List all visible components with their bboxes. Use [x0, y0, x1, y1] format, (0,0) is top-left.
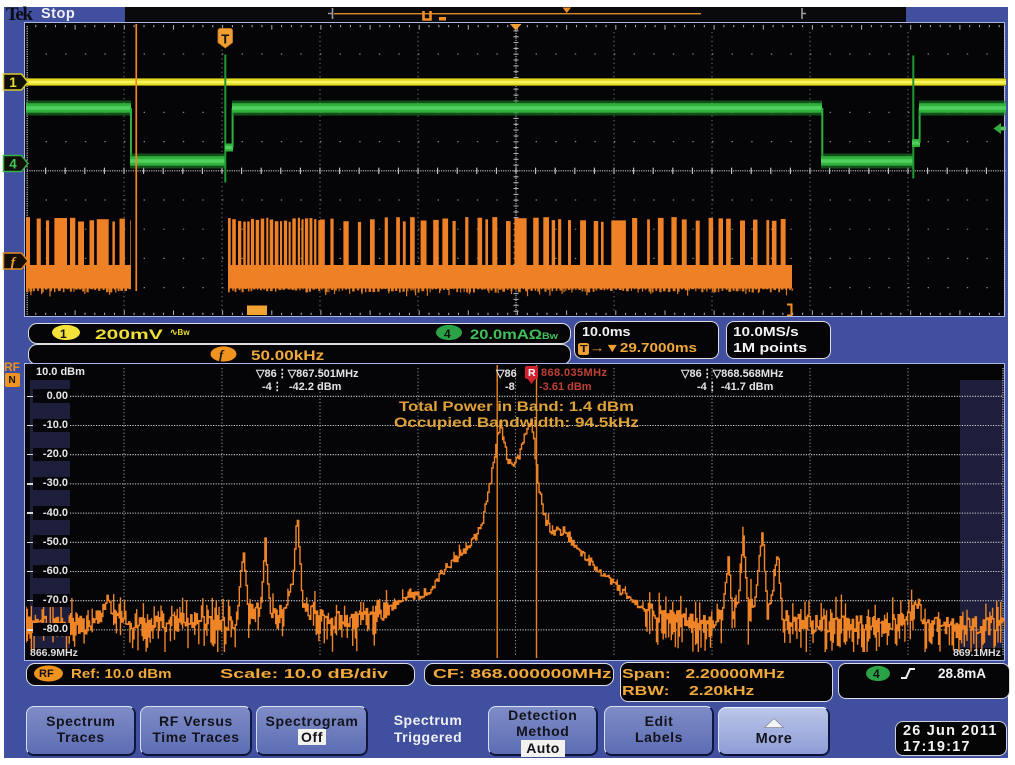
svg-text:1: 1	[9, 75, 17, 90]
svg-text:T: T	[221, 31, 229, 46]
svg-text:4: 4	[9, 157, 17, 172]
